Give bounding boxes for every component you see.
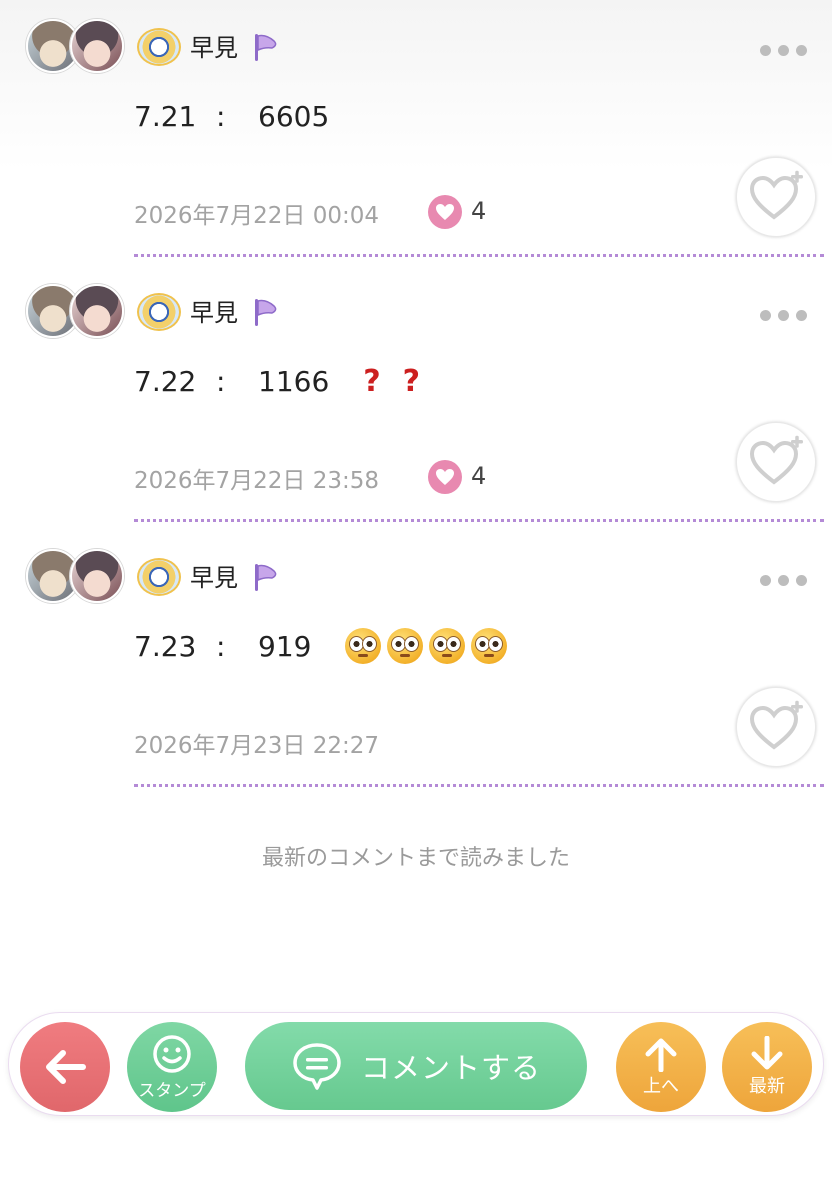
more-options-icon[interactable] bbox=[760, 571, 818, 586]
stamp-button[interactable]: スタンプ bbox=[127, 1022, 217, 1112]
stamp-label: スタンプ bbox=[138, 1080, 206, 1101]
comment-item: 早見 7.21 : 6605 2026年7月22日 00:04 4 bbox=[0, 0, 832, 265]
like-count: 4 bbox=[471, 197, 487, 225]
avatar-pair[interactable] bbox=[26, 284, 126, 338]
comment-item: 早見 7.23 : 919 2026年7月23日 22:27 bbox=[0, 530, 832, 795]
arrow-left-icon bbox=[46, 1050, 86, 1084]
like-heart-icon bbox=[428, 195, 462, 229]
flushed-face-icon bbox=[471, 628, 508, 664]
avatar-pair[interactable] bbox=[26, 549, 126, 603]
write-comment-button[interactable]: コメントする bbox=[245, 1022, 587, 1110]
back-button[interactable] bbox=[20, 1022, 110, 1112]
comment-separator: : bbox=[216, 99, 226, 133]
comment-timestamp: 2026年7月23日 22:27 bbox=[134, 733, 380, 759]
username[interactable]: 早見 bbox=[190, 28, 238, 63]
avatar-pair[interactable] bbox=[26, 19, 126, 73]
question-mark-icon: ? bbox=[402, 363, 421, 399]
comment-date-part: 7.22 bbox=[134, 364, 197, 398]
user-badge-icon bbox=[137, 558, 181, 596]
avatar[interactable] bbox=[70, 284, 124, 338]
scroll-latest-button[interactable]: 最新 bbox=[722, 1022, 812, 1112]
comment-count: 1166 bbox=[258, 364, 330, 398]
heart-plus-icon bbox=[749, 700, 803, 750]
add-reaction-button[interactable] bbox=[736, 422, 816, 502]
speech-bubble-icon bbox=[293, 1043, 341, 1090]
comment-divider bbox=[134, 254, 824, 257]
user-badge-icon bbox=[137, 293, 181, 331]
comment-count: 6605 bbox=[258, 99, 330, 133]
add-reaction-button[interactable] bbox=[736, 687, 816, 767]
comment-divider bbox=[134, 784, 824, 787]
flushed-face-icon bbox=[387, 628, 424, 664]
comment-body: 7.22 : 1166 ? ? bbox=[134, 361, 442, 401]
smiley-icon bbox=[153, 1034, 191, 1073]
latest-label: 最新 bbox=[749, 1076, 785, 1097]
username[interactable]: 早見 bbox=[190, 293, 238, 328]
heart-plus-icon bbox=[749, 435, 803, 485]
flushed-face-icon bbox=[429, 628, 466, 664]
arrow-up-icon bbox=[645, 1038, 677, 1072]
comment-item: 早見 7.22 : 1166 ? ? 2026年7月22日 23:58 4 bbox=[0, 265, 832, 530]
comment-button-label: コメントする bbox=[360, 1051, 541, 1085]
scroll-up-button[interactable]: 上へ bbox=[616, 1022, 706, 1112]
avatar[interactable] bbox=[70, 19, 124, 73]
flushed-face-icon bbox=[345, 628, 382, 664]
comment-separator: : bbox=[216, 364, 226, 398]
add-reaction-button[interactable] bbox=[736, 157, 816, 237]
user-badge-icon bbox=[137, 28, 181, 66]
end-of-comments-note: 最新のコメントまで読みました bbox=[261, 846, 570, 871]
comment-count: 919 bbox=[258, 629, 312, 663]
bottom-toolbar: スタンプ コメントする 上へ 最新 bbox=[8, 1012, 824, 1116]
flag-icon bbox=[255, 564, 277, 591]
avatar[interactable] bbox=[70, 549, 124, 603]
comment-date-part: 7.23 bbox=[134, 629, 197, 663]
flag-icon bbox=[255, 34, 277, 61]
heart-plus-icon bbox=[749, 170, 803, 220]
comment-body: 7.21 : 6605 bbox=[134, 96, 363, 136]
question-mark-icon: ? bbox=[363, 363, 381, 399]
like-heart-icon bbox=[428, 460, 462, 494]
more-options-icon[interactable] bbox=[760, 41, 818, 56]
like-count: 4 bbox=[471, 462, 487, 490]
comment-thread: 早見 7.21 : 6605 2026年7月22日 00:04 4 早見 7.2… bbox=[0, 0, 832, 1200]
comment-date-part: 7.21 bbox=[134, 99, 197, 133]
comment-timestamp: 2026年7月22日 00:04 bbox=[134, 203, 380, 229]
comment-separator: : bbox=[216, 629, 226, 663]
flag-icon bbox=[255, 299, 277, 326]
more-options-icon[interactable] bbox=[760, 306, 818, 321]
comment-divider bbox=[134, 519, 824, 522]
up-label: 上へ bbox=[643, 1076, 679, 1097]
username[interactable]: 早見 bbox=[190, 558, 238, 593]
comment-timestamp: 2026年7月22日 23:58 bbox=[134, 468, 380, 494]
comment-body: 7.23 : 919 bbox=[134, 626, 513, 666]
arrow-down-icon bbox=[751, 1036, 783, 1070]
